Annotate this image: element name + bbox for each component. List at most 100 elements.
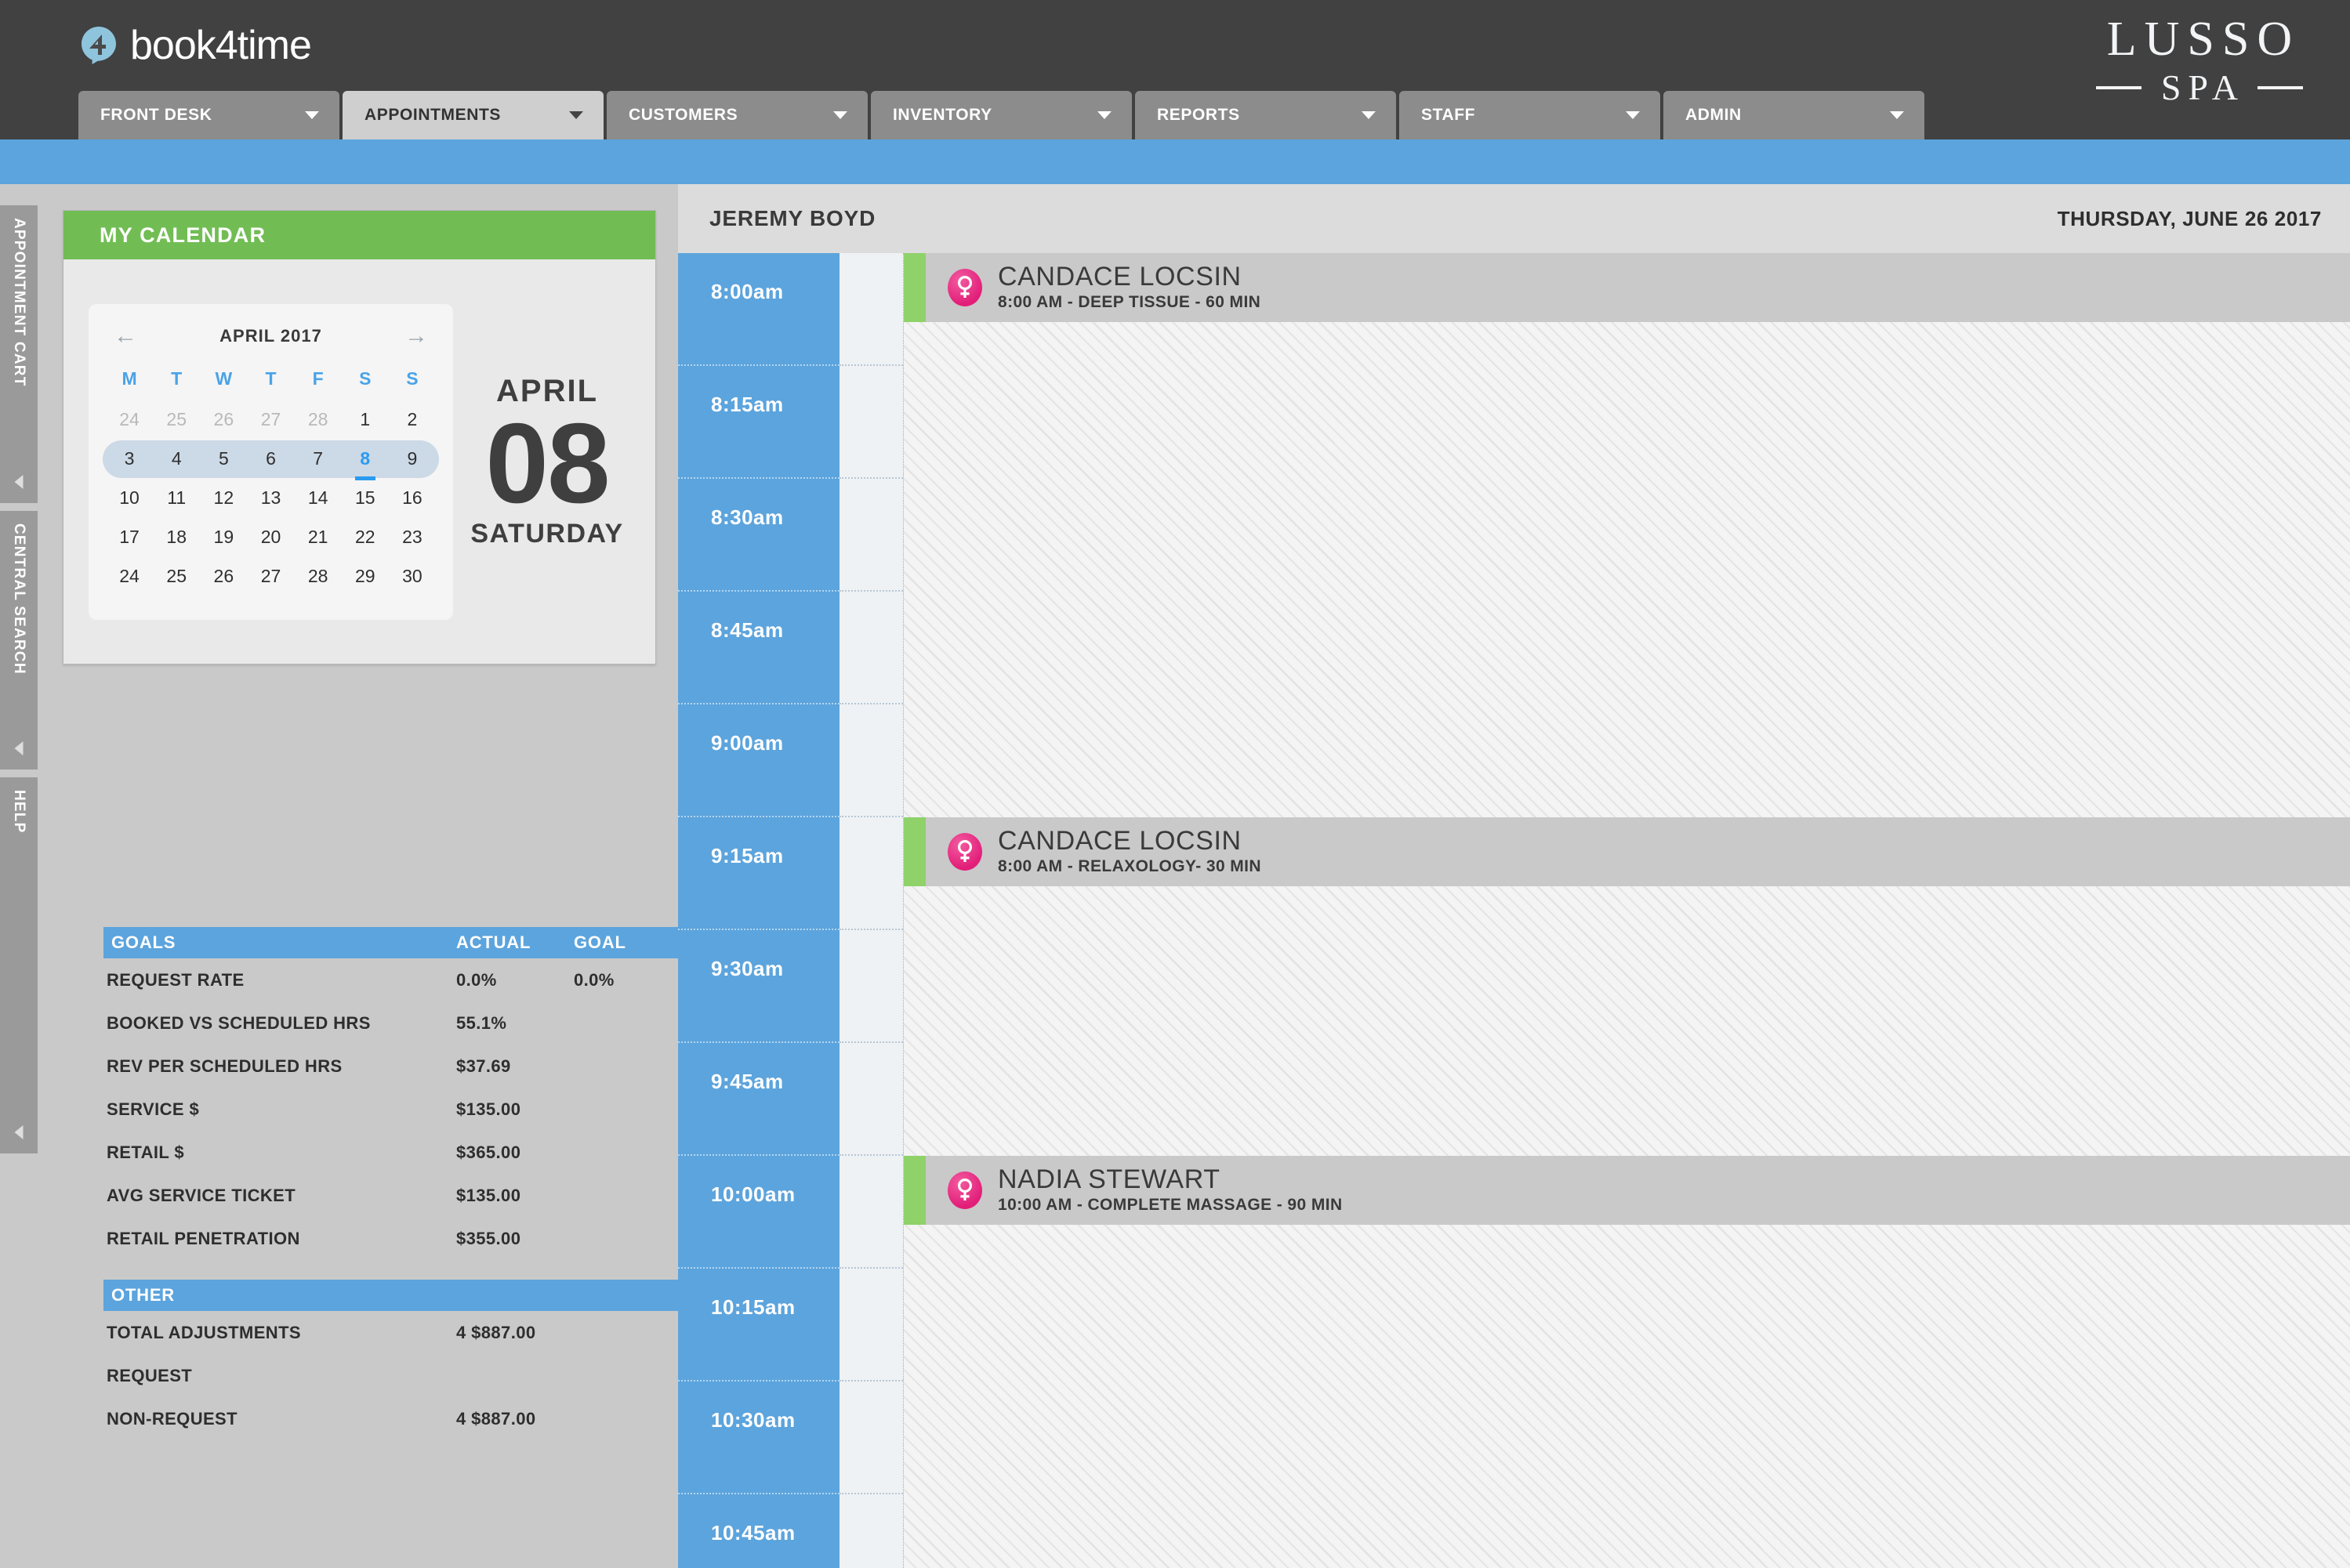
chevron-down-icon <box>1626 111 1640 119</box>
calendar-week-row: 10 11 12 13 14 15 16 <box>106 479 436 518</box>
gender-female-icon <box>948 1171 982 1209</box>
nav-tab-front-desk[interactable]: FRONT DESK <box>78 91 339 139</box>
date-picker[interactable]: ← APRIL 2017 → MTWTFSS 24 25 26 27 28 1 2 3 4 5 6 7… <box>89 303 453 620</box>
calendar-day[interactable]: 29 <box>342 566 389 587</box>
selected-day-number: 08 <box>485 400 610 527</box>
stat-row: SERVICE $ $135.00 <box>103 1088 701 1131</box>
nav-tab-appointments[interactable]: APPOINTMENTS <box>343 91 604 139</box>
calendar-day[interactable]: 28 <box>295 409 342 430</box>
calendar-day[interactable]: 14 <box>295 487 342 509</box>
calendar-day[interactable]: 22 <box>342 527 389 548</box>
chevron-left-icon <box>14 475 24 489</box>
nav-tab-label: CUSTOMERS <box>629 106 738 124</box>
calendar-day[interactable]: 11 <box>153 487 200 509</box>
appointment-client-name: CANDACE LOCSIN <box>998 825 1242 856</box>
calendar-week-row: 3456789 <box>103 440 439 479</box>
stat-row: AVG SERVICE TICKET $135.00 <box>103 1174 701 1217</box>
next-month-arrow-icon[interactable]: → <box>404 324 428 348</box>
calendar-day[interactable]: 20 <box>247 527 294 548</box>
app-logo-text: book4time <box>130 23 312 68</box>
calendar-day[interactable]: 26 <box>200 409 247 430</box>
stat-row: RETAIL PENETRATION $355.00 <box>103 1217 701 1260</box>
calendar-week-row: 17 18 19 20 21 22 23 <box>106 518 436 557</box>
nav-tab-customers[interactable]: CUSTOMERS <box>607 91 868 139</box>
day-of-week-initial: S <box>406 368 419 389</box>
sidebar-item-appointment-cart[interactable]: APPOINTMENT CART <box>0 205 38 503</box>
calendar-day[interactable]: 9 <box>389 448 436 469</box>
calendar-day[interactable]: 27 <box>247 409 294 430</box>
chevron-down-icon <box>305 111 319 119</box>
my-calendar-title: MY CALENDAR <box>63 211 655 259</box>
calendar-day[interactable]: 26 <box>200 566 247 587</box>
stat-label: TOTAL ADJUSTMENTS <box>107 1322 301 1342</box>
appointment-block[interactable]: CANDACE LOCSIN 8:00 AM - RELAXOLOGY- 30 M… <box>904 817 2350 886</box>
time-slot: 9:30am <box>678 930 840 1043</box>
stat-row: TOTAL ADJUSTMENTS 4 $887.00 <box>103 1311 701 1354</box>
calendar-day[interactable]: 25 <box>153 409 200 430</box>
calendar-day[interactable]: 24 <box>106 566 153 587</box>
statistics-panel: GOALS ACTUAL GOAL REQUEST RATE 0.0% 0.0% BO… <box>103 927 701 1440</box>
app-logo[interactable]: book4time <box>78 23 312 68</box>
calendar-day-selected[interactable]: 8 <box>342 448 389 469</box>
stat-label: RETAIL PENETRATION <box>107 1228 300 1248</box>
stat-actual-value: 55.1% <box>456 1012 507 1033</box>
calendar-day[interactable]: 25 <box>153 566 200 587</box>
calendar-day[interactable]: 3 <box>106 448 153 469</box>
chevron-left-icon <box>14 741 24 755</box>
calendar-day[interactable]: 19 <box>200 527 247 548</box>
accent-band <box>0 139 2350 184</box>
stat-actual-value: $355.00 <box>456 1228 521 1248</box>
appointment-client-name: NADIA STEWART <box>998 1164 1220 1194</box>
appointment-status-accent <box>904 253 926 322</box>
chevron-down-icon <box>833 111 847 119</box>
nav-tab-inventory[interactable]: INVENTORY <box>871 91 1132 139</box>
nav-tab-reports[interactable]: REPORTS <box>1135 91 1396 139</box>
nav-tab-label: INVENTORY <box>893 106 992 124</box>
calendar-day[interactable]: 18 <box>153 527 200 548</box>
time-slot: 9:45am <box>678 1043 840 1156</box>
time-slot: 9:00am <box>678 704 840 817</box>
calendar-day[interactable]: 30 <box>389 566 436 587</box>
stat-actual-value: $365.00 <box>456 1142 521 1162</box>
calendar-day[interactable]: 23 <box>389 527 436 548</box>
calendar-day[interactable]: 24 <box>106 409 153 430</box>
stat-actual-value: $135.00 <box>456 1185 521 1205</box>
gutter-slot <box>840 592 903 704</box>
calendar-day[interactable]: 10 <box>106 487 153 509</box>
gutter-slot <box>840 817 903 930</box>
appointment-canvas[interactable]: CANDACE LOCSIN 8:00 AM - DEEP TISSUE - 60… <box>903 253 2350 1568</box>
calendar-day[interactable]: 13 <box>247 487 294 509</box>
calendar-day[interactable]: 15 <box>342 487 389 509</box>
calendar-day[interactable]: 21 <box>295 527 342 548</box>
sidebar-item-central-search[interactable]: CENTRAL SEARCH <box>0 511 38 770</box>
prev-month-arrow-icon[interactable]: ← <box>114 324 137 348</box>
nav-tab-label: STAFF <box>1421 106 1476 124</box>
nav-tab-label: FRONT DESK <box>100 106 212 124</box>
calendar-day[interactable]: 5 <box>200 448 247 469</box>
calendar-day[interactable]: 12 <box>200 487 247 509</box>
other-table-header: OTHER <box>103 1280 701 1311</box>
calendar-day[interactable]: 6 <box>247 448 294 469</box>
calendar-day[interactable]: 28 <box>295 566 342 587</box>
calendar-day[interactable]: 4 <box>153 448 200 469</box>
calendar-day[interactable]: 2 <box>389 409 436 430</box>
calendar-day[interactable]: 17 <box>106 527 153 548</box>
book4time-logo-icon <box>78 25 119 66</box>
calendar-day[interactable]: 16 <box>389 487 436 509</box>
time-slot-label: 9:30am <box>711 957 784 980</box>
brand-dash-left <box>2095 85 2141 89</box>
calendar-day[interactable]: 7 <box>295 448 342 469</box>
goals-col-actual: ACTUAL <box>456 932 531 952</box>
appointment-block[interactable]: CANDACE LOCSIN 8:00 AM - DEEP TISSUE - 60… <box>904 253 2350 322</box>
nav-tab-staff[interactable]: STAFF <box>1399 91 1660 139</box>
time-slot: 8:15am <box>678 366 840 479</box>
application-root: book4time LUSSO SPA FRONT DESK APPOINTMEN… <box>0 0 2350 1568</box>
sidebar-item-help[interactable]: HELP <box>0 777 38 1153</box>
calendar-day[interactable]: 1 <box>342 409 389 430</box>
appointment-block[interactable]: NADIA STEWART 10:00 AM - COMPLETE MASSAGE… <box>904 1156 2350 1225</box>
gutter-slot <box>840 1382 903 1494</box>
nav-tab-admin[interactable]: ADMIN <box>1663 91 1924 139</box>
calendar-day[interactable]: 27 <box>247 566 294 587</box>
stat-row: NON-REQUEST 4 $887.00 <box>103 1397 701 1440</box>
stat-label: BOOKED VS SCHEDULED HRS <box>107 1012 371 1033</box>
